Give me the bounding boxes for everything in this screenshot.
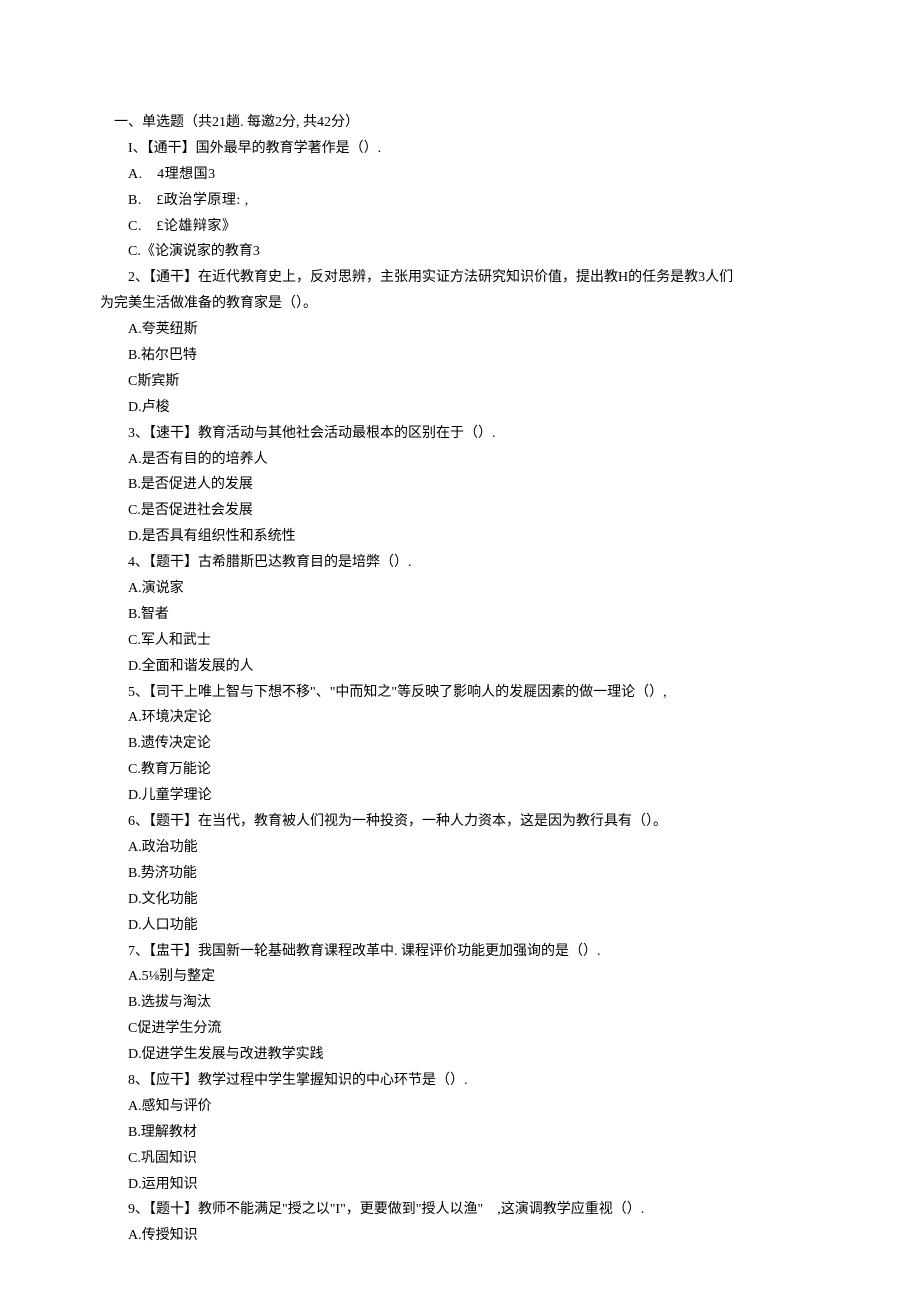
option-b: B. £政治学原理: ,	[100, 188, 820, 214]
question-1: I、【通干】国外最早的教育学著作是（）. A. 4理想国3 B. £政治学原理:…	[100, 136, 820, 265]
question-2: 2、【通干】在近代教育史上，反对思辨，主张用实证方法研究知识价值，提出教H的任务…	[100, 265, 820, 420]
question-stem: 6、【题干】在当代，教育被人们视为一种投资，一种人力资本，这是因为教行具有（）。	[100, 809, 820, 835]
option-c: C.是否促进社会发展	[100, 498, 820, 524]
question-stem: 4、【题干】古希腊斯巴达教育目的是培弊（）.	[100, 550, 820, 576]
question-3: 3、【速干】教育活动与其他社会活动最根本的区别在于（）. A.是否有目的的培养人…	[100, 421, 820, 550]
question-8: 8、【应干】教学过程中学生掌握知识的中心环节是（）. A.感知与评价 B.理解教…	[100, 1068, 820, 1197]
option-d: D.运用知识	[100, 1172, 820, 1198]
option-b: B.势济功能	[100, 861, 820, 887]
question-stem: 2、【通干】在近代教育史上，反对思辨，主张用实证方法研究知识价值，提出教H的任务…	[100, 265, 820, 291]
option-a: A.感知与评价	[100, 1094, 820, 1120]
option-c: C.巩固知识	[100, 1146, 820, 1172]
option-b: B.是否促进人的发展	[100, 472, 820, 498]
option-d: D.促进学生发展与改进教学实践	[100, 1042, 820, 1068]
question-7: 7、【盅干】我国新一轮基础教育课程改革中. 课程评价功能更加强询的是（）. A.…	[100, 939, 820, 1068]
question-5: 5、【司干上唯上智与下想不移"、"中而知之"等反映了影响人的发屣因素的做一理论（…	[100, 680, 820, 809]
option-c: C.军人和武士	[100, 628, 820, 654]
question-stem: 7、【盅干】我国新一轮基础教育课程改革中. 课程评价功能更加强询的是（）.	[100, 939, 820, 965]
option-a: A. 4理想国3	[100, 162, 820, 188]
question-continuation: 为完美生活做准备的教育家是（）。	[100, 291, 820, 317]
option-d: C.《论演说家的教育3	[100, 239, 820, 265]
option-a: A.演说家	[100, 576, 820, 602]
option-a: A.环境决定论	[100, 705, 820, 731]
question-6: 6、【题干】在当代，教育被人们视为一种投资，一种人力资本，这是因为教行具有（）。…	[100, 809, 820, 938]
option-c: C. £论雄辩家》	[100, 214, 820, 240]
option-a: A.是否有目的的培养人	[100, 447, 820, 473]
question-stem: 3、【速干】教育活动与其他社会活动最根本的区别在于（）.	[100, 421, 820, 447]
option-c: C.教育万能论	[100, 757, 820, 783]
option-a: A.传授知识	[100, 1223, 820, 1249]
question-stem: 5、【司干上唯上智与下想不移"、"中而知之"等反映了影响人的发屣因素的做一理论（…	[100, 680, 820, 706]
option-a: A.夸荚纽斯	[100, 317, 820, 343]
question-4: 4、【题干】古希腊斯巴达教育目的是培弊（）. A.演说家 B.智者 C.军人和武…	[100, 550, 820, 679]
option-d: D.全面和谐发展的人	[100, 654, 820, 680]
option-c: C斯宾斯	[100, 369, 820, 395]
option-d: D.儿童学理论	[100, 783, 820, 809]
option-d: D.卢梭	[100, 395, 820, 421]
option-a: A.政治功能	[100, 835, 820, 861]
question-stem: 9、【题十】教师不能满足"授之以"I"，更要做到"授人以渔" ,这演调教学应重视…	[100, 1197, 820, 1223]
section-header: 一、单选题（共21趟. 每邀2分, 共42分）	[100, 110, 820, 136]
option-b: B.遗传决定论	[100, 731, 820, 757]
question-stem: 8、【应干】教学过程中学生掌握知识的中心环节是（）.	[100, 1068, 820, 1094]
question-stem: I、【通干】国外最早的教育学著作是（）.	[100, 136, 820, 162]
option-c: C促进学生分流	[100, 1016, 820, 1042]
option-b: B.智者	[100, 602, 820, 628]
option-d: D.人口功能	[100, 913, 820, 939]
option-d: D.是否具有组织性和系统性	[100, 524, 820, 550]
option-b: B.选拔与淘汰	[100, 990, 820, 1016]
option-c: D.文化功能	[100, 887, 820, 913]
option-a: A.5⅛别与整定	[100, 964, 820, 990]
option-b: B.祐尔巴特	[100, 343, 820, 369]
option-b: B.理解教材	[100, 1120, 820, 1146]
question-9: 9、【题十】教师不能满足"授之以"I"，更要做到"授人以渔" ,这演调教学应重视…	[100, 1197, 820, 1249]
